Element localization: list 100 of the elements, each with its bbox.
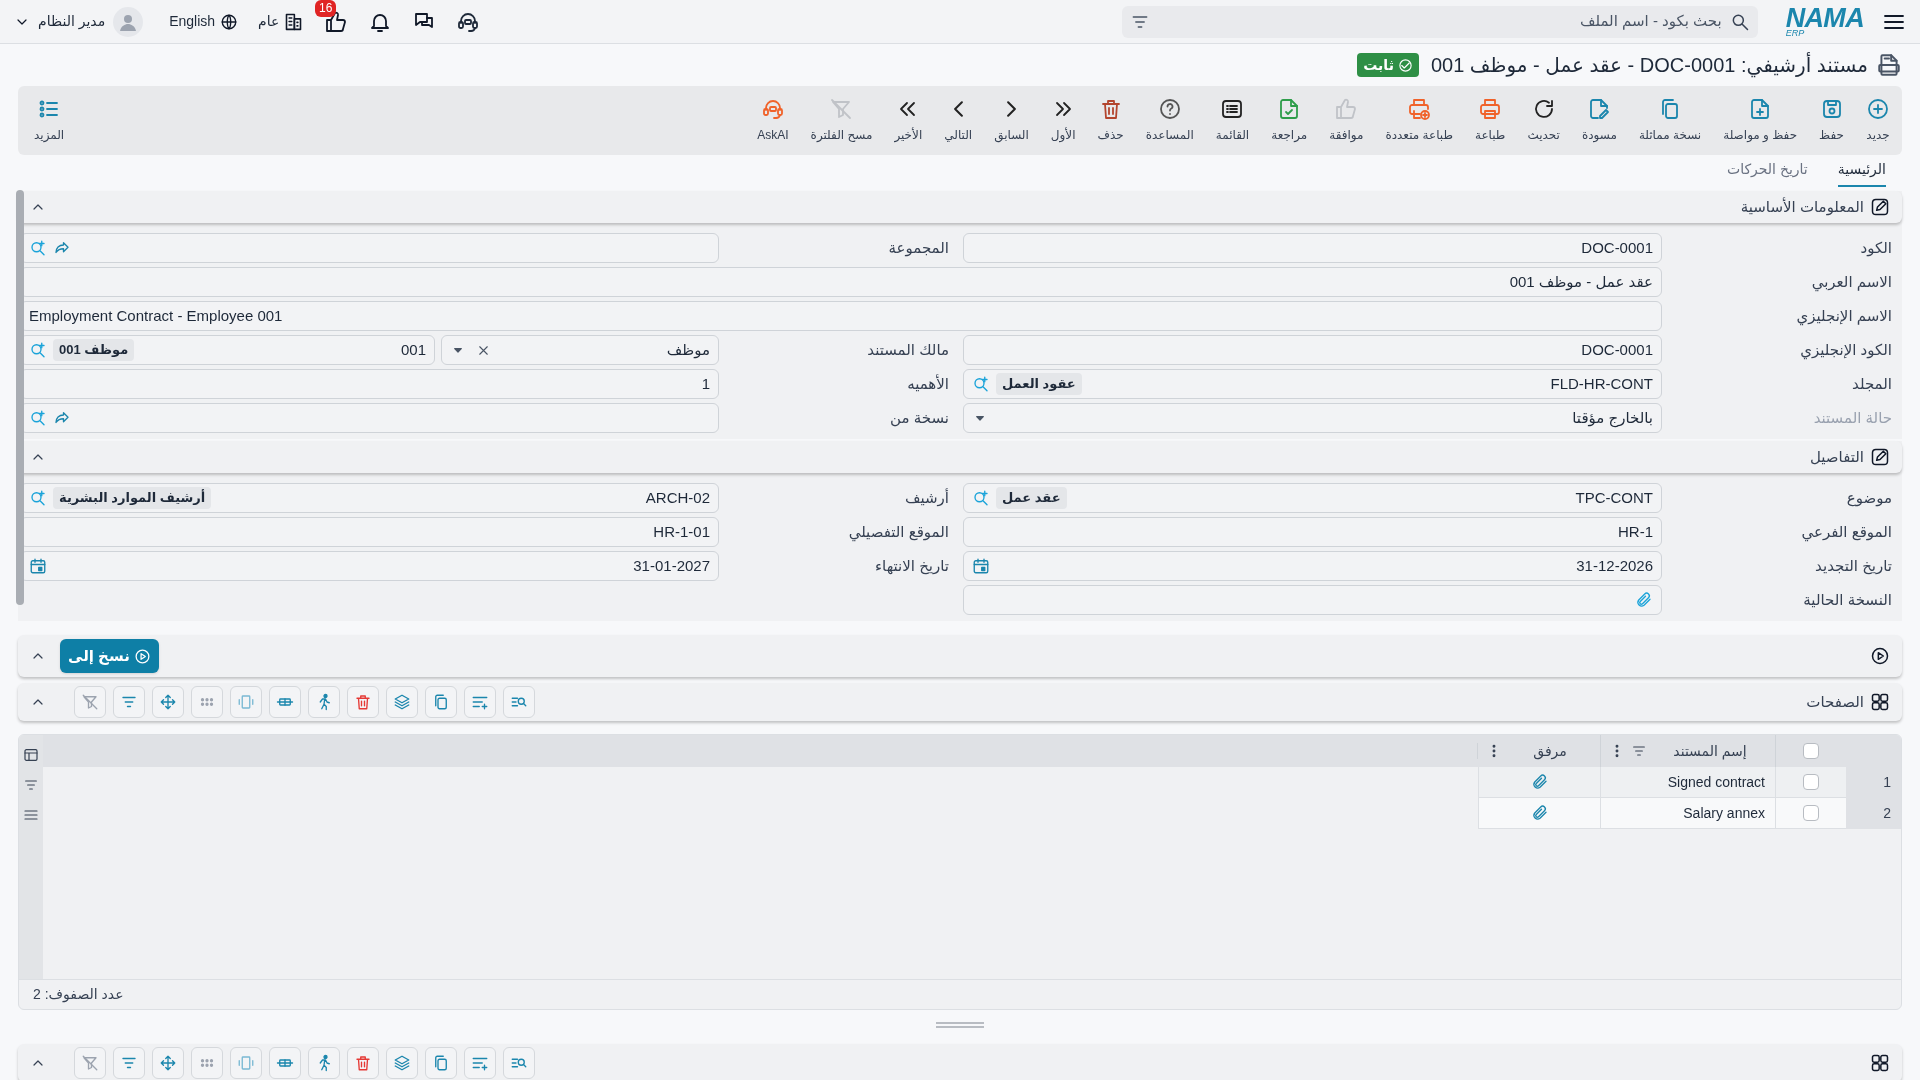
move-button[interactable] bbox=[152, 1047, 184, 1079]
input-field[interactable]: DOC-0001 bbox=[963, 335, 1662, 365]
delete-icon bbox=[354, 1054, 372, 1072]
columns-icon bbox=[237, 1054, 255, 1072]
copy-icon bbox=[432, 693, 450, 711]
more-button[interactable]: المزيد bbox=[28, 97, 71, 144]
columns-button[interactable] bbox=[230, 686, 262, 718]
user-name[interactable]: مدير النظام bbox=[38, 11, 106, 32]
field-label: المجموعة bbox=[887, 237, 950, 259]
input-field[interactable]: 31-12-2026 bbox=[963, 551, 1662, 581]
save-continue-button[interactable]: حفظ و مواصلة bbox=[1721, 97, 1800, 144]
paperclip-icon[interactable] bbox=[1530, 804, 1549, 822]
select-field[interactable]: موظف bbox=[441, 335, 719, 365]
help-button[interactable]: المساعدة bbox=[1143, 97, 1196, 144]
search-list-button[interactable] bbox=[503, 686, 535, 718]
print-button[interactable]: طباعة bbox=[1472, 97, 1508, 144]
dots-button[interactable] bbox=[191, 686, 223, 718]
delete-button[interactable]: حذف bbox=[1095, 97, 1126, 144]
printer-icon bbox=[1478, 97, 1503, 121]
first-button[interactable]: الأول bbox=[1048, 97, 1078, 144]
tab[interactable]: تاريخ الحركات bbox=[1727, 159, 1808, 187]
lookup-tag: أرشيف الموارد البشرية bbox=[53, 487, 212, 509]
checkbox[interactable] bbox=[1803, 743, 1819, 759]
search-plus-icon[interactable] bbox=[29, 489, 47, 507]
play-circle-icon[interactable] bbox=[1870, 646, 1890, 666]
search-plus-icon[interactable] bbox=[29, 239, 47, 257]
review-button[interactable]: مراجعة bbox=[1269, 97, 1310, 144]
dots-button[interactable] bbox=[191, 1047, 223, 1079]
input-field[interactable]: DOC-0001 bbox=[963, 233, 1662, 263]
clear-filter-button[interactable] bbox=[74, 686, 106, 718]
checkbox[interactable] bbox=[1803, 805, 1819, 821]
search-plus-icon[interactable] bbox=[29, 409, 47, 427]
copy-button[interactable] bbox=[425, 686, 457, 718]
avatar[interactable] bbox=[113, 6, 144, 37]
columns-button[interactable] bbox=[230, 1047, 262, 1079]
table-cell-text: Signed contract bbox=[1667, 772, 1765, 792]
search-list-button[interactable] bbox=[503, 1047, 535, 1079]
search-plus-icon[interactable] bbox=[972, 489, 990, 507]
ask-ai-button[interactable]: AskAI bbox=[755, 97, 791, 144]
clear-filter-button[interactable] bbox=[74, 1047, 106, 1079]
paperclip-icon[interactable] bbox=[1530, 773, 1549, 791]
resize-handle[interactable] bbox=[936, 1022, 984, 1028]
grid-icon bbox=[1870, 1053, 1890, 1073]
save-button[interactable]: حفظ bbox=[1817, 97, 1846, 144]
paperclip-icon[interactable] bbox=[1635, 591, 1653, 609]
delete-button[interactable] bbox=[347, 686, 379, 718]
layers-icon bbox=[393, 693, 411, 711]
print-multi-button[interactable]: طباعة متعددة bbox=[1383, 97, 1455, 144]
help-icon bbox=[1157, 97, 1182, 121]
copy-icon bbox=[432, 1054, 450, 1072]
edit-icon bbox=[1870, 447, 1890, 467]
table-split-button[interactable] bbox=[269, 686, 301, 718]
filter-button[interactable] bbox=[113, 686, 145, 718]
add-rows-button[interactable] bbox=[464, 686, 496, 718]
column-header[interactable]: مرفق bbox=[1508, 740, 1592, 762]
table-icon[interactable] bbox=[23, 747, 39, 763]
list-icon bbox=[1220, 97, 1245, 121]
new-button[interactable]: جديد bbox=[1864, 97, 1892, 144]
layers-button[interactable] bbox=[386, 1047, 418, 1079]
checkbox[interactable] bbox=[1803, 774, 1819, 790]
run-button[interactable] bbox=[308, 1047, 340, 1079]
field-label: الكود الإنجليزي bbox=[1799, 339, 1893, 362]
refresh-button[interactable]: تحديث bbox=[1525, 97, 1562, 144]
language-link[interactable]: English bbox=[169, 11, 216, 32]
table-split-button[interactable] bbox=[269, 1047, 301, 1079]
add-rows-button[interactable] bbox=[464, 1047, 496, 1079]
section-title: التفاصيل bbox=[1809, 446, 1864, 467]
run-button[interactable] bbox=[308, 686, 340, 718]
lookup-tag: موظف 001 bbox=[53, 339, 135, 361]
filter-icon[interactable] bbox=[1631, 743, 1647, 759]
input-field[interactable] bbox=[963, 585, 1662, 615]
delete-button[interactable] bbox=[347, 1047, 379, 1079]
last-button[interactable]: الأخير bbox=[892, 97, 925, 144]
field-label: الموقع الفرعي bbox=[1800, 521, 1893, 544]
copy-to-button[interactable]: نسخ إلى bbox=[60, 639, 159, 673]
previous-button[interactable]: السابق bbox=[992, 97, 1031, 144]
search-plus-icon[interactable] bbox=[972, 375, 990, 393]
list-button[interactable]: القائمة bbox=[1213, 97, 1252, 144]
move-button[interactable] bbox=[152, 686, 184, 718]
search-plus-icon[interactable] bbox=[29, 341, 47, 359]
field-label: المجلد bbox=[1851, 373, 1893, 394]
grid-icon bbox=[1870, 692, 1890, 712]
clear-filter-icon bbox=[81, 693, 99, 711]
filter-icon[interactable] bbox=[23, 777, 39, 793]
calendar-icon[interactable] bbox=[972, 557, 990, 575]
scrollbar-thumb[interactable] bbox=[16, 190, 24, 605]
calendar-icon[interactable] bbox=[29, 557, 47, 575]
input-field[interactable]: HR-1 bbox=[963, 517, 1662, 547]
company-label[interactable]: عام bbox=[258, 11, 280, 32]
globe-icon[interactable] bbox=[220, 12, 239, 31]
layers-button[interactable] bbox=[386, 686, 418, 718]
duplicate-button[interactable]: نسخة مماثلة bbox=[1636, 97, 1704, 144]
search-field[interactable]: بحث بكود - اسم الملف bbox=[1121, 5, 1758, 38]
column-header[interactable]: إسم المستند bbox=[1653, 740, 1767, 762]
next-button[interactable]: التالي bbox=[942, 97, 975, 144]
tab[interactable]: الرئيسية bbox=[1837, 159, 1886, 187]
plus-circle-icon bbox=[1866, 97, 1890, 121]
draft-button[interactable]: مسودة bbox=[1579, 97, 1619, 144]
filter-button[interactable] bbox=[113, 1047, 145, 1079]
copy-button[interactable] bbox=[425, 1047, 457, 1079]
